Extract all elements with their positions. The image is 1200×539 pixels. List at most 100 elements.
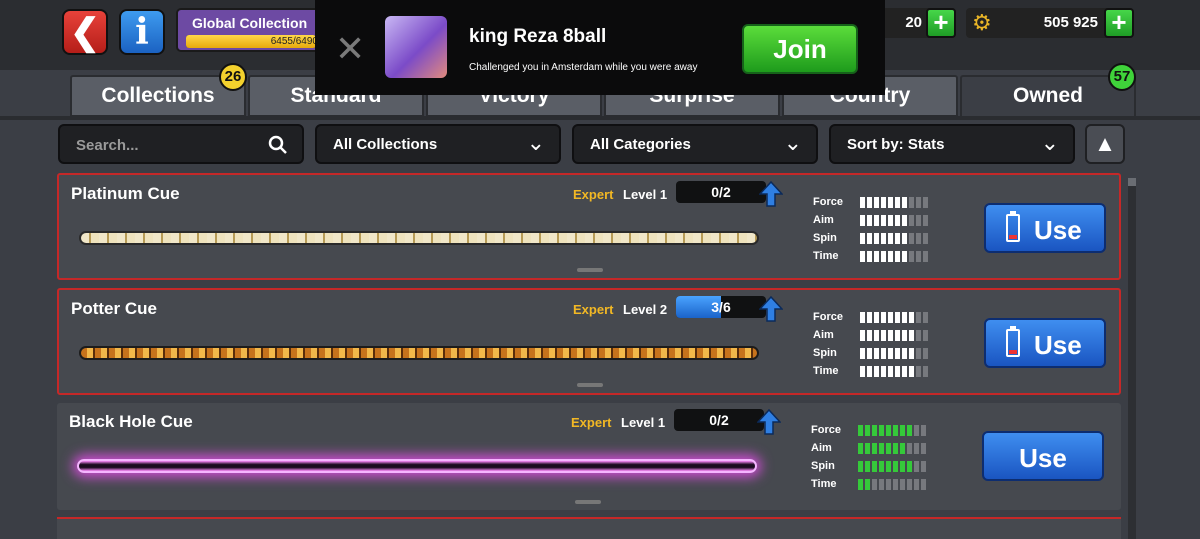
stat-segment bbox=[916, 197, 921, 208]
cue-tier: Expert bbox=[573, 302, 614, 317]
stat-segment bbox=[907, 479, 912, 490]
cue-card[interactable]: Potter Cue Expert Level 2 3/6 Force Aim Sp… bbox=[57, 288, 1121, 395]
stat-segment bbox=[916, 366, 921, 377]
stat-bar bbox=[860, 215, 928, 226]
stat-segment bbox=[916, 312, 921, 323]
join-button[interactable]: Join bbox=[742, 24, 858, 74]
use-button[interactable]: Use bbox=[982, 431, 1104, 481]
stat-segment bbox=[893, 479, 898, 490]
search-placeholder: Search... bbox=[76, 137, 139, 154]
expand-handle[interactable] bbox=[577, 383, 603, 387]
back-button[interactable]: ❮ bbox=[62, 9, 108, 55]
stat-segment bbox=[867, 197, 872, 208]
cue-image bbox=[77, 459, 757, 473]
search-input[interactable]: Search... bbox=[58, 124, 304, 164]
stat-segment bbox=[916, 233, 921, 244]
stat-segment bbox=[914, 461, 919, 472]
stat-segment bbox=[923, 215, 928, 226]
upgrade-arrow-icon[interactable] bbox=[757, 409, 781, 435]
upgrade-arrow-icon[interactable] bbox=[759, 181, 783, 207]
next-cue-card-partial[interactable] bbox=[57, 517, 1121, 539]
stat-segment bbox=[860, 330, 865, 341]
stat-segment bbox=[914, 479, 919, 490]
stat-segment bbox=[916, 330, 921, 341]
cue-shop-screen: ❮ i Global Collection 6455/6490 ower 20 … bbox=[0, 0, 1200, 539]
stat-segment bbox=[874, 348, 879, 359]
stat-segment bbox=[888, 312, 893, 323]
level-progress: 0/2 bbox=[674, 409, 764, 431]
categories-value: All Categories bbox=[590, 136, 691, 153]
stat-label: Time bbox=[813, 250, 839, 262]
owned-badge: 57 bbox=[1108, 63, 1136, 91]
sort-direction-button[interactable]: ▲ bbox=[1085, 124, 1125, 164]
stat-segment bbox=[858, 479, 863, 490]
sort-dropdown[interactable]: Sort by: Stats ⌄ bbox=[829, 124, 1075, 164]
stat-segment bbox=[895, 330, 900, 341]
stat-segment bbox=[902, 251, 907, 262]
stat-segment bbox=[874, 251, 879, 262]
stat-label: Time bbox=[813, 365, 839, 377]
stat-segment bbox=[886, 425, 891, 436]
stat-segment bbox=[867, 366, 872, 377]
expand-handle[interactable] bbox=[577, 268, 603, 272]
use-button[interactable]: Use bbox=[984, 318, 1106, 368]
stat-bar bbox=[860, 348, 928, 359]
global-collection-title: Global Collection bbox=[192, 15, 308, 31]
cue-tier: Expert bbox=[571, 415, 612, 430]
cue-card[interactable]: Platinum Cue Expert Level 1 0/2 Force Aim… bbox=[57, 173, 1121, 280]
stat-segment bbox=[886, 479, 891, 490]
stat-segment bbox=[909, 197, 914, 208]
stat-segment bbox=[865, 425, 870, 436]
stat-bar bbox=[858, 443, 926, 454]
stat-segment bbox=[923, 348, 928, 359]
stat-segment bbox=[914, 425, 919, 436]
close-icon[interactable]: ✕ bbox=[335, 28, 365, 70]
scrollbar[interactable] bbox=[1128, 178, 1136, 539]
cue-image bbox=[79, 346, 759, 360]
stat-segment bbox=[881, 366, 886, 377]
stat-segment bbox=[879, 479, 884, 490]
stat-segment bbox=[921, 425, 926, 436]
stat-label: Time bbox=[811, 478, 837, 490]
stat-segment bbox=[893, 443, 898, 454]
stat-segment bbox=[902, 366, 907, 377]
challenge-message: Challenged you in Amsterdam while you we… bbox=[469, 62, 698, 73]
chevron-left-icon: ❮ bbox=[69, 11, 101, 52]
search-icon bbox=[268, 135, 287, 154]
chevron-down-icon: ⌄ bbox=[526, 130, 545, 155]
stat-segment bbox=[921, 443, 926, 454]
use-button[interactable]: Use bbox=[984, 203, 1106, 253]
expand-handle[interactable] bbox=[575, 500, 601, 504]
categories-dropdown[interactable]: All Categories ⌄ bbox=[572, 124, 818, 164]
chevron-down-icon: ⌄ bbox=[1040, 130, 1059, 155]
gear-icon: ⚙ bbox=[972, 10, 992, 35]
use-label: Use bbox=[1034, 215, 1082, 245]
stat-bar bbox=[860, 312, 928, 323]
stat-segment bbox=[886, 443, 891, 454]
collections-dropdown[interactable]: All Collections ⌄ bbox=[315, 124, 561, 164]
stat-segment bbox=[879, 425, 884, 436]
info-button[interactable]: i bbox=[119, 9, 165, 55]
stat-segment bbox=[860, 251, 865, 262]
stat-segment bbox=[907, 461, 912, 472]
stat-segment bbox=[860, 348, 865, 359]
stat-segment bbox=[881, 312, 886, 323]
stat-segment bbox=[916, 348, 921, 359]
cue-card[interactable]: Black Hole Cue Expert Level 1 0/2 Force A… bbox=[57, 403, 1121, 510]
scrollbar-thumb[interactable] bbox=[1128, 178, 1136, 186]
add-cash-button[interactable]: + bbox=[1104, 8, 1134, 38]
add-coins-button[interactable]: + bbox=[926, 8, 956, 38]
stat-segment bbox=[909, 233, 914, 244]
stat-segment bbox=[888, 366, 893, 377]
stat-segment bbox=[879, 443, 884, 454]
stat-label: Aim bbox=[813, 214, 834, 226]
upgrade-arrow-icon[interactable] bbox=[759, 296, 783, 322]
stat-segment bbox=[916, 215, 921, 226]
stat-segment bbox=[902, 330, 907, 341]
stat-segment bbox=[888, 215, 893, 226]
tab-label: Owned bbox=[1012, 84, 1083, 107]
cue-name: Platinum Cue bbox=[71, 184, 180, 203]
plus-icon: + bbox=[1111, 7, 1127, 37]
stat-segment bbox=[881, 197, 886, 208]
global-collection-panel[interactable]: Global Collection 6455/6490 bbox=[176, 8, 326, 52]
